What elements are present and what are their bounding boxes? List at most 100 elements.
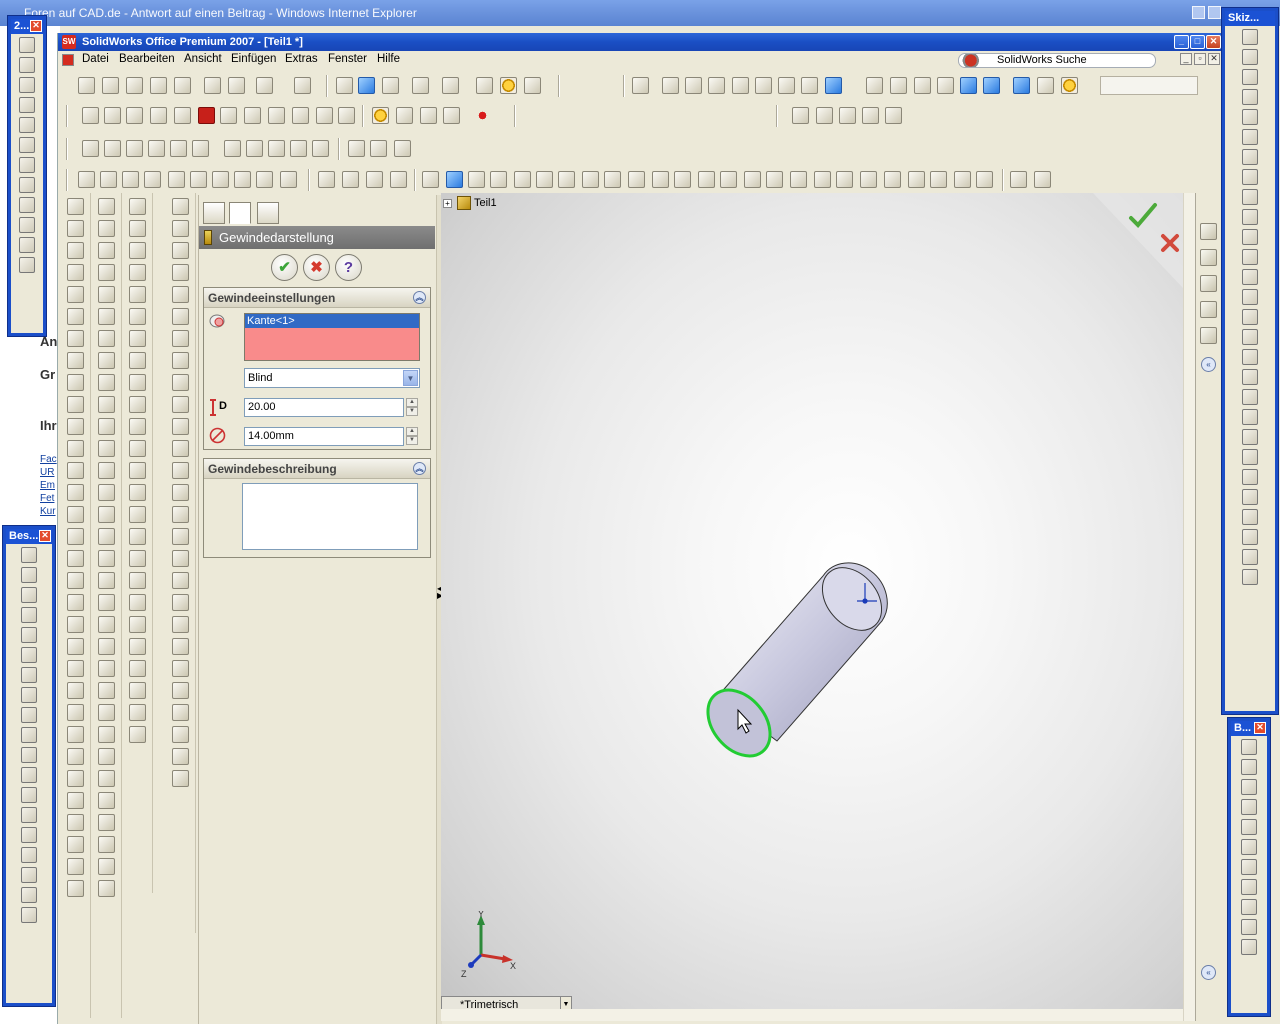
filter-icon[interactable]	[790, 171, 807, 188]
thread-settings-header[interactable]: Gewindeeinstellungen ︽	[204, 288, 430, 308]
expand-task-pane-icon[interactable]: «	[1201, 357, 1216, 372]
cancel-button[interactable]: ✖	[303, 254, 330, 281]
document-menu-icon[interactable]	[62, 54, 74, 66]
corner-icon[interactable]	[312, 140, 329, 157]
block-tool-icon[interactable]	[1241, 939, 1257, 955]
mold-tool-icon[interactable]	[172, 660, 189, 677]
feature-tool-icon[interactable]	[19, 137, 35, 153]
feature-tool-icon[interactable]	[19, 57, 35, 73]
open-icon[interactable]	[102, 77, 119, 94]
block-tool-icon[interactable]	[1241, 899, 1257, 915]
mold-tool-icon[interactable]	[172, 704, 189, 721]
feature-tool-icon[interactable]	[67, 352, 84, 369]
tab-configuration-manager[interactable]	[257, 202, 279, 224]
mold-tool-icon[interactable]	[172, 572, 189, 589]
zoom-area-icon[interactable]	[685, 77, 702, 94]
filter-icon[interactable]	[930, 171, 947, 188]
filter-icon[interactable]	[514, 171, 531, 188]
block-tool-icon[interactable]	[1241, 779, 1257, 795]
layer-icon[interactable]	[816, 107, 833, 124]
line-format-icon[interactable]	[839, 107, 856, 124]
sketch-tool-icon[interactable]	[1242, 409, 1258, 425]
table-tool-icon[interactable]	[21, 907, 37, 923]
ie-link[interactable]: Fet	[40, 493, 54, 504]
block-tool-icon[interactable]	[1241, 799, 1257, 815]
sw-minimize-button[interactable]: _	[1174, 35, 1189, 49]
feature-tool-icon[interactable]	[19, 157, 35, 173]
surface-tool-icon[interactable]	[129, 660, 146, 677]
expand-task-pane-icon[interactable]: «	[1201, 965, 1216, 980]
shaded-icon[interactable]	[960, 77, 977, 94]
chevron-down-icon[interactable]: ▼	[403, 370, 418, 386]
sketch-tool-icon[interactable]	[1242, 89, 1258, 105]
feature-tool-icon[interactable]	[67, 814, 84, 831]
filter-icon[interactable]	[1034, 171, 1051, 188]
sketch-tool-icon[interactable]	[98, 704, 115, 721]
sketch-tool-icon[interactable]	[1242, 529, 1258, 545]
dimension-icon[interactable]	[348, 140, 365, 157]
pattern-tool-icon[interactable]	[1242, 389, 1258, 405]
filter-icon[interactable]	[366, 171, 383, 188]
filter-icon[interactable]	[604, 171, 621, 188]
annotation-icon[interactable]	[190, 171, 207, 188]
zoom-to-fit-icon[interactable]	[662, 77, 679, 94]
sketch-tool-icon[interactable]	[98, 880, 115, 897]
tool-icon[interactable]	[268, 107, 285, 124]
sketch-tool-icon[interactable]	[1242, 29, 1258, 45]
search-icon[interactable]	[962, 54, 984, 67]
close-icon[interactable]: ✕	[30, 20, 42, 32]
filter-icon[interactable]	[836, 171, 853, 188]
sketch-tool-icon[interactable]	[98, 638, 115, 655]
filter-faces-icon[interactable]	[446, 171, 463, 188]
annotation-icon[interactable]	[234, 171, 251, 188]
arc-tool-icon[interactable]	[1242, 269, 1258, 285]
sketch-tool-icon[interactable]	[98, 528, 115, 545]
surface-tool-icon[interactable]	[129, 264, 146, 281]
mold-tool-icon[interactable]	[172, 506, 189, 523]
copy-icon[interactable]	[228, 77, 245, 94]
menu-einfuegen[interactable]: Einfügen	[231, 53, 276, 65]
mold-tool-icon[interactable]	[172, 242, 189, 259]
edit-macro-icon[interactable]	[174, 107, 191, 124]
spline-tool-icon[interactable]	[1242, 329, 1258, 345]
filter-icon[interactable]	[884, 171, 901, 188]
surface-tool-icon[interactable]	[129, 638, 146, 655]
grid-snap-icon[interactable]	[370, 140, 387, 157]
perspective-icon[interactable]	[1037, 77, 1054, 94]
annotation-icon[interactable]	[100, 171, 117, 188]
line-icon[interactable]	[126, 140, 143, 157]
trim-icon[interactable]	[170, 140, 187, 157]
mold-tool-icon[interactable]	[172, 418, 189, 435]
feature-tool-icon[interactable]	[67, 264, 84, 281]
angle-dimension-icon[interactable]	[394, 140, 411, 157]
sketch-tool-icon[interactable]	[98, 858, 115, 875]
annotation-tool-icon[interactable]	[21, 587, 37, 603]
mold-tool-icon[interactable]	[172, 286, 189, 303]
record-pause-icon[interactable]	[126, 107, 143, 124]
mold-tool-icon[interactable]	[172, 484, 189, 501]
point-tool-icon[interactable]	[1242, 349, 1258, 365]
feature-tool-icon[interactable]	[67, 726, 84, 743]
surface-tool-icon[interactable]	[129, 374, 146, 391]
annotation-tool-icon[interactable]	[21, 647, 37, 663]
new-macro-icon[interactable]	[150, 107, 167, 124]
rotate-icon[interactable]	[755, 77, 772, 94]
home-icon[interactable]	[1200, 223, 1217, 240]
vertical-scrollbar[interactable]	[1183, 193, 1195, 1021]
mold-tool-icon[interactable]	[172, 198, 189, 215]
feature-tool-icon[interactable]	[67, 462, 84, 479]
floating-toolbar-title[interactable]: Bes... ✕	[6, 529, 52, 544]
sketch-tool-icon[interactable]	[1242, 549, 1258, 565]
doc-restore-button[interactable]: ▫	[1194, 53, 1206, 65]
annotation-tool-icon[interactable]	[21, 867, 37, 883]
filter-icon[interactable]	[720, 171, 737, 188]
undo-icon[interactable]	[256, 77, 273, 94]
sw-maximize-button[interactable]: □	[1190, 35, 1205, 49]
block-tool-icon[interactable]	[1241, 919, 1257, 935]
feature-tool-icon[interactable]	[19, 37, 35, 53]
menu-ansicht[interactable]: Ansicht	[184, 53, 222, 65]
mold-tool-icon[interactable]	[172, 528, 189, 545]
line-tool-icon[interactable]	[1242, 109, 1258, 125]
sketch-tool-icon[interactable]	[98, 572, 115, 589]
mold-tool-icon[interactable]	[172, 594, 189, 611]
